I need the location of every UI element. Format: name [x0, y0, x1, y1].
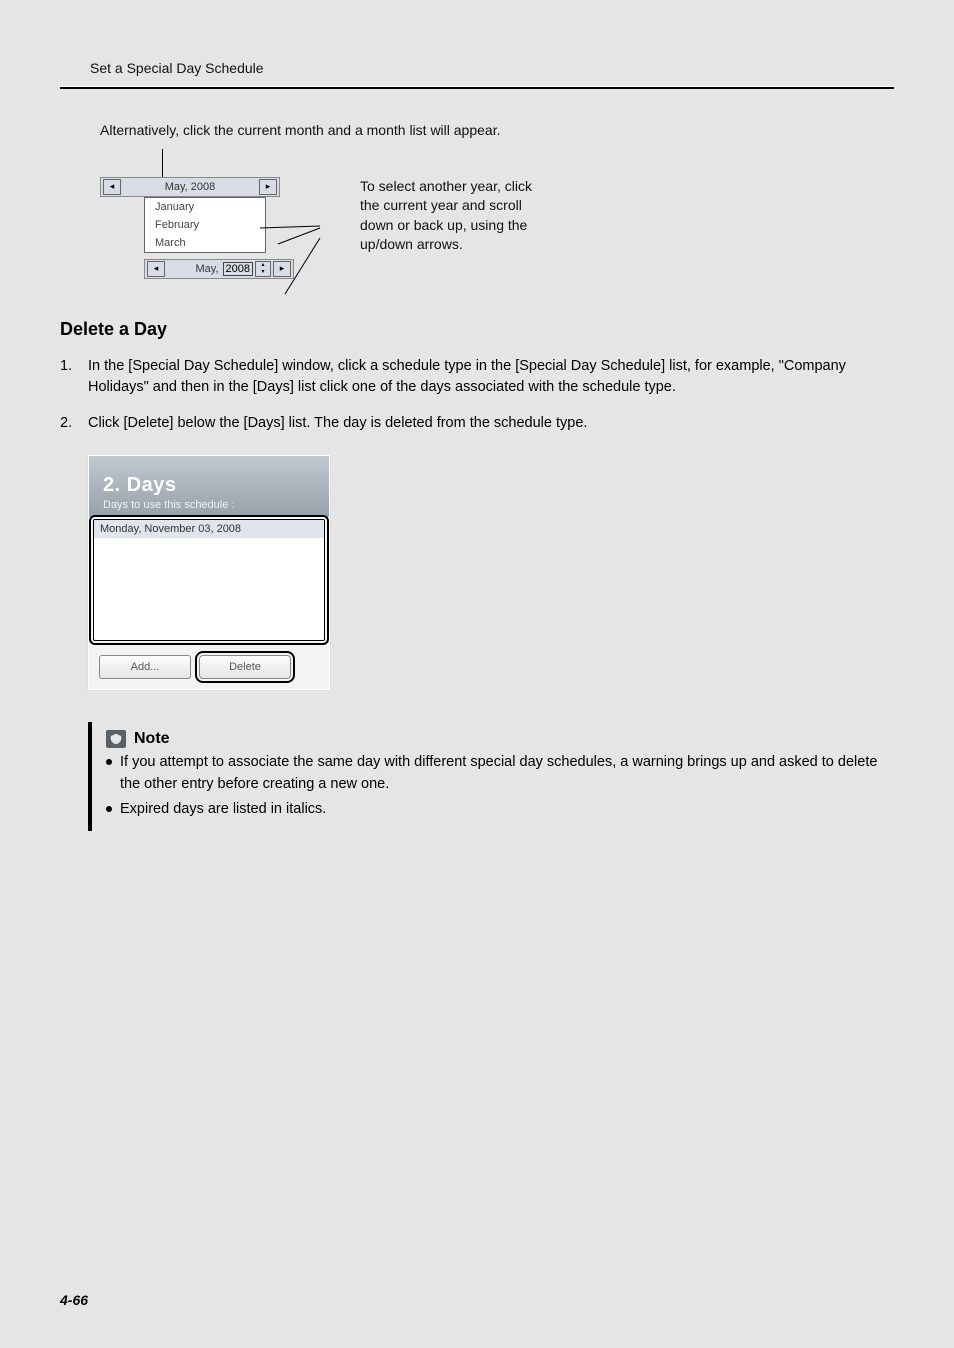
month-menu-item[interactable]: March [145, 234, 265, 252]
days-panel-header: 2. Days Days to use this schedule : [89, 456, 329, 517]
year-value[interactable]: 2008 [223, 262, 253, 276]
month-label[interactable]: May, 2008 [165, 181, 216, 193]
left-arrow-icon: ◂ [154, 264, 159, 273]
year-spinner[interactable]: ▴ ▾ [255, 261, 271, 277]
add-button[interactable]: Add... [99, 655, 191, 679]
month-menu-item[interactable]: February [145, 216, 265, 234]
step-item: 2. Click [Delete] below the [Days] list.… [60, 413, 894, 435]
right-arrow-icon: ▸ [280, 264, 285, 273]
note-text: If you attempt to associate the same day… [120, 752, 882, 796]
step-number: 2. [60, 413, 88, 435]
bullet-icon [106, 806, 112, 812]
days-actions: Add... Delete [89, 645, 329, 689]
section-heading: Delete a Day [60, 319, 894, 340]
delete-button[interactable]: Delete [199, 655, 291, 679]
page-header-title: Set a Special Day Schedule [90, 60, 894, 76]
spinner-down-icon: ▾ [256, 269, 270, 276]
prev-month-button[interactable]: ◂ [103, 179, 121, 195]
note-item: If you attempt to associate the same day… [106, 752, 882, 796]
next-month-button[interactable]: ▸ [259, 179, 277, 195]
step-number: 1. [60, 356, 88, 378]
right-arrow-icon: ▸ [266, 182, 271, 191]
days-panel-subtitle: Days to use this schedule : [103, 499, 315, 511]
page-header: Set a Special Day Schedule [60, 60, 894, 89]
bullet-icon [106, 759, 112, 765]
note-label: Note [134, 730, 170, 748]
year-select-bar: ◂ May, 2008 ▴ ▾ ▸ [144, 259, 294, 279]
days-list-item[interactable]: Monday, November 03, 2008 [94, 520, 324, 538]
step-text: Click [Delete] below the [Days] list. Th… [88, 413, 587, 435]
days-panel-title: 2. Days [103, 474, 315, 497]
year-next-button[interactable]: ▸ [273, 261, 291, 277]
days-panel: 2. Days Days to use this schedule : Mond… [88, 455, 330, 690]
note-header: Note [106, 730, 882, 748]
step-item: 1. In the [Special Day Schedule] window,… [60, 356, 894, 400]
note-icon [106, 730, 126, 748]
note-list: If you attempt to associate the same day… [106, 752, 882, 821]
steps-list: 1. In the [Special Day Schedule] window,… [60, 356, 894, 435]
calendar-block: ◂ May, 2008 ▸ January February March ◂ M… [100, 177, 280, 279]
figure-row: ◂ May, 2008 ▸ January February March ◂ M… [100, 177, 894, 279]
leader-line-top [162, 149, 163, 177]
intro-text: Alternatively, click the current month a… [100, 121, 894, 141]
note-block: Note If you attempt to associate the sam… [88, 722, 894, 831]
days-panel-body: Monday, November 03, 2008 Add... Delete [89, 519, 329, 689]
month-navigation-bar: ◂ May, 2008 ▸ [100, 177, 280, 197]
step-text: In the [Special Day Schedule] window, cl… [88, 356, 894, 400]
note-text: Expired days are listed in italics. [120, 799, 326, 821]
page: Set a Special Day Schedule Alternatively… [0, 0, 954, 1348]
year-month-label: May, [165, 263, 223, 275]
note-item: Expired days are listed in italics. [106, 799, 882, 821]
page-number: 4-66 [60, 1292, 88, 1308]
month-menu: January February March [144, 197, 266, 253]
header-rule [60, 86, 894, 89]
spinner-up-icon: ▴ [256, 262, 270, 269]
year-prev-button[interactable]: ◂ [147, 261, 165, 277]
annotation-text: To select another year, click the curren… [360, 177, 550, 255]
month-menu-item[interactable]: January [145, 198, 265, 216]
days-list[interactable]: Monday, November 03, 2008 [93, 519, 325, 641]
left-arrow-icon: ◂ [110, 182, 115, 191]
